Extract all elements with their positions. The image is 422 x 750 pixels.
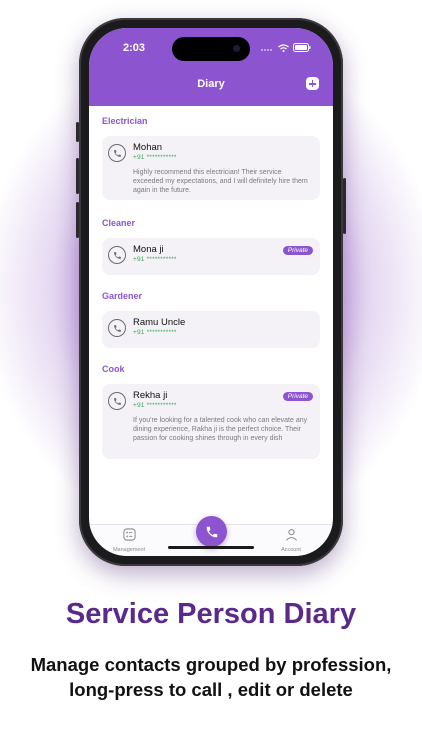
private-badge: Private (282, 392, 313, 401)
volume-up-button (76, 158, 79, 194)
contact-phone: +91 *********** (133, 256, 177, 263)
contact-card[interactable]: Rekha ji +91 *********** Private If you'… (102, 384, 320, 459)
contact-card[interactable]: Ramu Uncle +91 *********** (102, 311, 320, 348)
section-label-cook: Cook (102, 364, 125, 374)
wifi-icon (278, 43, 289, 52)
phone-icon[interactable] (108, 144, 126, 162)
tab-management-label: Management (112, 547, 146, 553)
contact-name: Mohan (133, 142, 163, 153)
home-indicator (168, 546, 254, 549)
contact-card[interactable]: Mona ji +91 *********** Private (102, 238, 320, 275)
phone-icon[interactable] (108, 319, 126, 337)
phone-frame: 2:03 Diary Electrician Mohan +91 *******… (76, 18, 346, 566)
app-screen: 2:03 Diary Electrician Mohan +91 *******… (89, 28, 333, 556)
contact-phone: +91 *********** (133, 402, 177, 409)
promo-subline: Manage contacts grouped by profession, l… (0, 652, 422, 702)
dynamic-island (172, 37, 250, 61)
contact-phone: +91 *********** (133, 329, 177, 336)
add-contact-button[interactable] (306, 77, 319, 90)
tab-management[interactable]: Management (99, 528, 159, 553)
battery-icon (293, 43, 311, 52)
page-title: Diary (197, 78, 225, 90)
phone-icon[interactable] (108, 392, 126, 410)
call-button[interactable] (196, 516, 227, 547)
contact-note: If you're looking for a talented cook wh… (133, 417, 308, 442)
management-icon (122, 528, 136, 541)
contact-name: Ramu Uncle (133, 317, 186, 328)
section-label-cleaner: Cleaner (102, 218, 136, 228)
tab-account[interactable]: Account (261, 528, 321, 553)
signal-icon (261, 48, 272, 51)
section-label-electrician: Electrician (102, 116, 148, 126)
section-label-gardener: Gardener (102, 291, 143, 301)
phone-icon[interactable] (108, 246, 126, 264)
power-button (343, 178, 346, 234)
action-button (76, 122, 79, 142)
contact-name: Mona ji (133, 244, 164, 255)
status-icons (260, 43, 311, 52)
contact-note: Highly recommend this electrician! Their… (133, 169, 308, 194)
contact-card[interactable]: Mohan +91 *********** Highly recommend t… (102, 136, 320, 200)
phone-icon (206, 526, 217, 537)
account-icon (285, 529, 297, 541)
top-bar: 2:03 Diary (89, 28, 333, 106)
contact-name: Rekha ji (133, 390, 168, 401)
promo-subline-line-1: Manage contacts grouped by profession, (30, 654, 392, 675)
contact-phone: +91 *********** (133, 154, 177, 161)
contact-list: Electrician Mohan +91 *********** Highly… (89, 106, 333, 524)
volume-down-button (76, 202, 79, 238)
private-badge: Private (282, 246, 313, 255)
status-time: 2:03 (123, 42, 146, 54)
promo-headline: Service Person Diary (65, 598, 357, 630)
tab-account-label: Account (281, 547, 301, 553)
promo-subline-line-2: long-press to call , edit or delete (69, 679, 353, 700)
